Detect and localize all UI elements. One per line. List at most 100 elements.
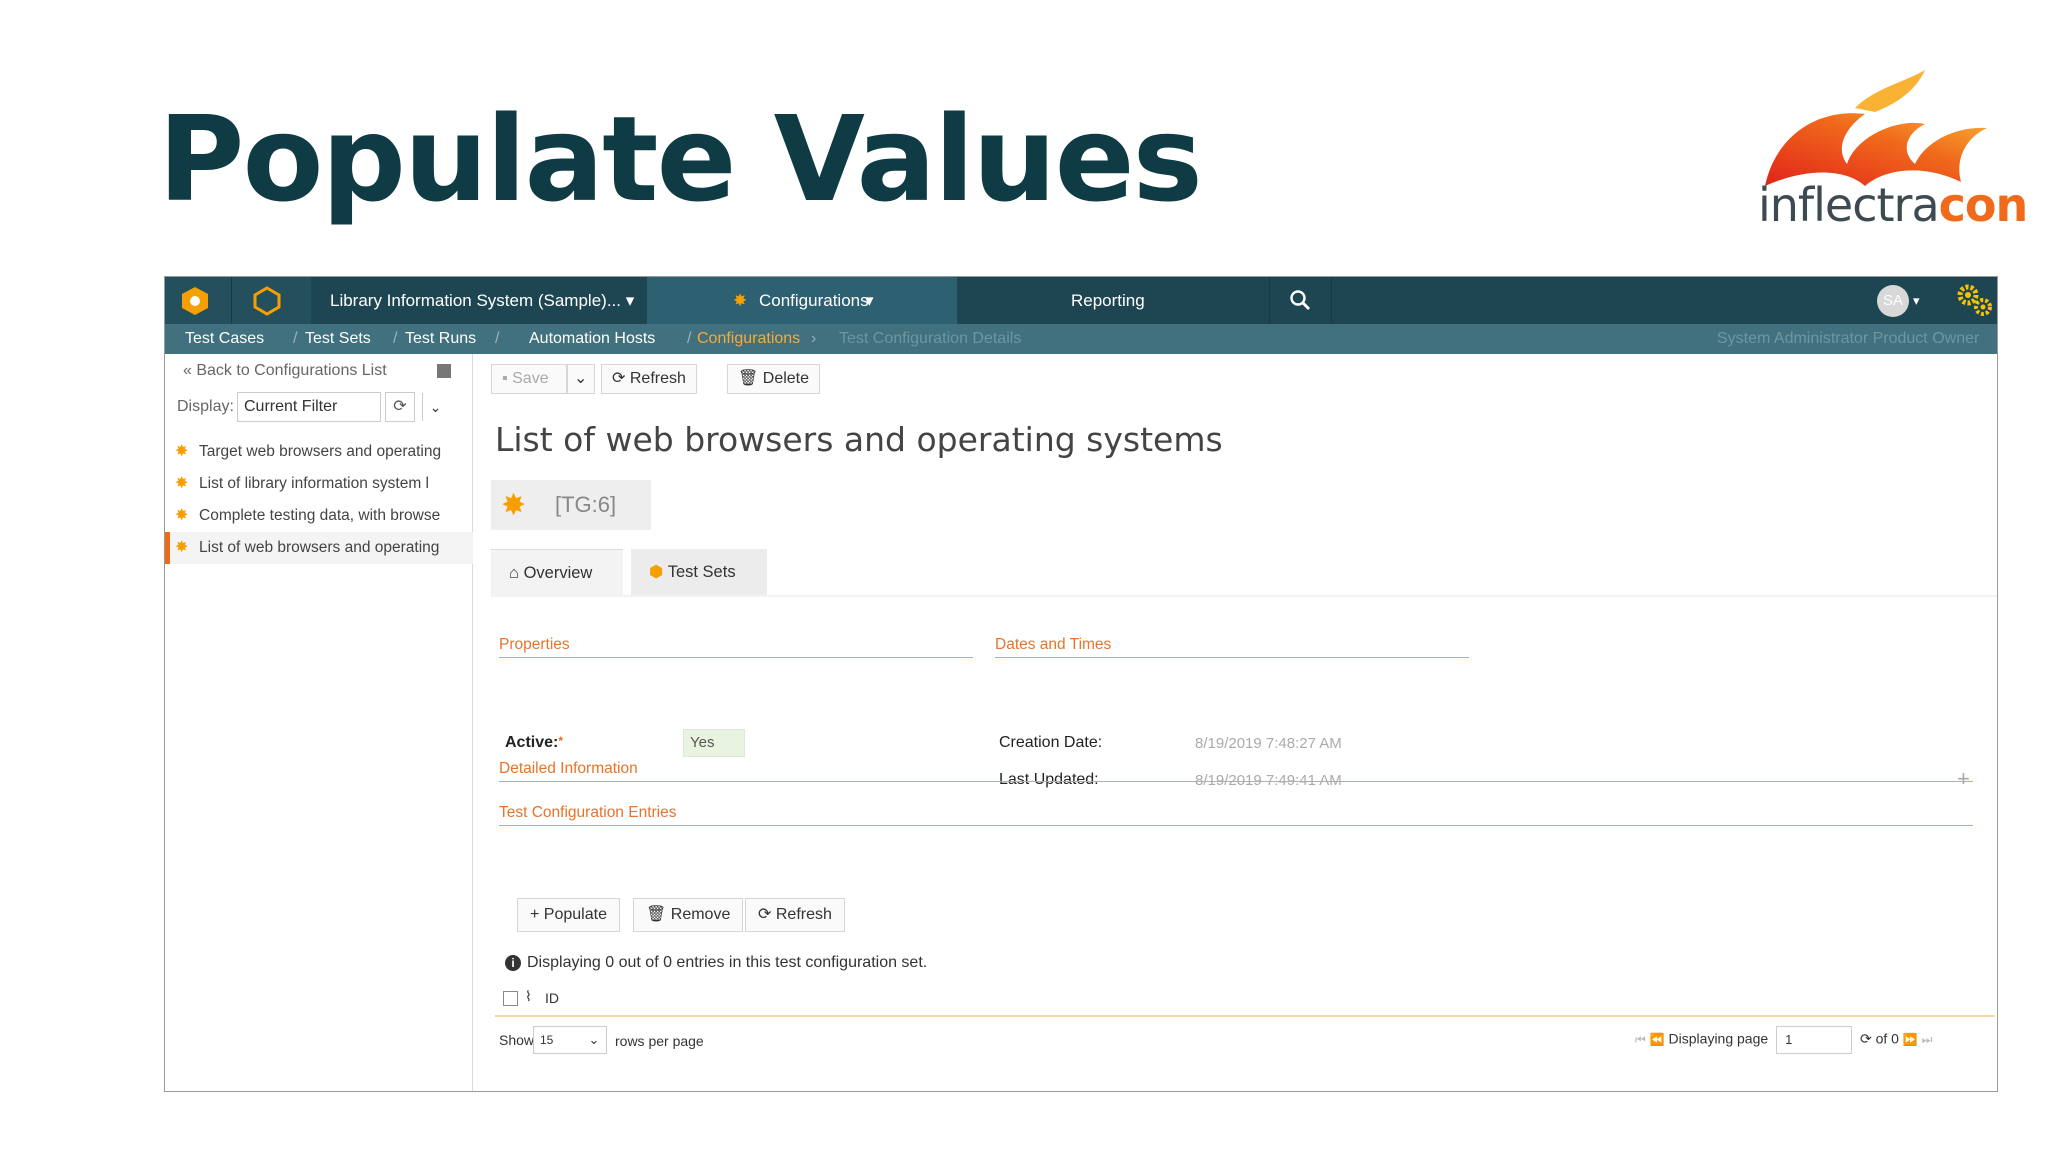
save-button[interactable]: ▪ Save: [491, 364, 567, 394]
subnav-test-sets[interactable]: Test Sets: [305, 324, 371, 354]
top-navigation: Library Information System (Sample)... ▾…: [165, 277, 1997, 324]
configurations-icon: ✸: [733, 291, 748, 310]
expand-plus-icon[interactable]: +: [1957, 766, 1970, 792]
subnav-automation-hosts[interactable]: Automation Hosts: [529, 324, 655, 354]
refresh-icon: ⟳: [393, 398, 407, 415]
entries-refresh-button[interactable]: ⟳ Refresh: [745, 898, 845, 932]
main-content: ▪ Save ⌄ ⟳ Refresh 🗑 Delete List of web …: [475, 354, 1997, 1091]
separator: /: [495, 330, 500, 347]
delete-button[interactable]: 🗑 Delete: [727, 364, 821, 394]
last-updated-label: Last Updated:: [999, 771, 1099, 788]
refresh-icon[interactable]: ⟳: [1860, 1031, 1872, 1047]
refresh-button[interactable]: ⟳ Refresh: [601, 364, 697, 394]
gears-icon[interactable]: [1955, 281, 1995, 321]
tab-strip: [491, 595, 1997, 597]
plus-icon: +: [530, 906, 540, 923]
subnav-configurations[interactable]: Configurations: [697, 324, 800, 354]
configuration-icon: ✸: [175, 443, 189, 460]
sub-navigation: Test Cases / Test Sets / Test Runs / Aut…: [165, 324, 1997, 354]
test-set-icon: ⬢: [649, 563, 664, 581]
first-page-icon[interactable]: ⏮: [1635, 1033, 1646, 1047]
divider: [995, 657, 1469, 658]
sidebar-refresh-button[interactable]: ⟳: [385, 392, 415, 422]
id-column-header[interactable]: ID: [545, 990, 559, 1006]
creation-date-label: Creation Date:: [999, 734, 1103, 751]
reporting-menu[interactable]: Reporting: [1071, 277, 1145, 324]
chevron-down-icon: ▾: [865, 291, 874, 310]
info-icon: i: [505, 955, 521, 971]
spirateam-logo-icon[interactable]: [179, 285, 211, 317]
populate-button[interactable]: + Populate: [517, 898, 620, 932]
required-asterisk: *: [558, 734, 564, 748]
back-to-list-link[interactable]: « Back to Configurations List: [183, 362, 387, 380]
trash-icon: 🗑: [738, 370, 759, 387]
list-item[interactable]: ✸ Complete testing data, with browse: [165, 500, 473, 532]
save-options-dropdown[interactable]: ⌄: [567, 364, 595, 394]
chevron-down-icon: ⌄: [422, 393, 448, 421]
record-title: List of web browsers and operating syste…: [495, 420, 1223, 459]
active-value[interactable]: Yes: [683, 729, 745, 757]
list-item-selected[interactable]: ✸ List of web browsers and operating: [165, 532, 473, 564]
user-menu-caret[interactable]: ▾: [1913, 277, 1920, 324]
separator: /: [393, 330, 398, 347]
subnav-test-runs[interactable]: Test Runs: [405, 324, 476, 354]
subnav-user-role: System Administrator Product Owner: [1717, 330, 1980, 347]
display-filter-select[interactable]: Current Filter ⌄: [237, 392, 441, 422]
previous-page-icon[interactable]: ⏪: [1650, 1033, 1665, 1047]
entries-section-title: Test Configuration Entries: [499, 804, 677, 821]
trash-icon: 🗑: [646, 906, 667, 923]
home-icon: ⌂: [509, 564, 519, 582]
user-avatar[interactable]: SA: [1877, 285, 1909, 317]
chevron-down-icon: ⌄: [588, 1032, 600, 1047]
project-selector[interactable]: Library Information System (Sample)... ▾: [330, 277, 634, 324]
chevron-right-icon: ›: [811, 330, 817, 347]
divider: [499, 825, 1973, 826]
remove-button[interactable]: 🗑 Remove: [633, 898, 744, 932]
floppy-disk-icon: ▪: [502, 370, 508, 387]
subnav-test-cases[interactable]: Test Cases: [185, 324, 264, 354]
last-page-icon[interactable]: ⏭: [1922, 1033, 1933, 1047]
tab-test-sets[interactable]: ⬢ Test Sets: [631, 549, 767, 595]
double-chevron-left-icon: «: [183, 362, 192, 379]
rows-per-page-label: rows per page: [615, 1033, 704, 1049]
collapse-sidebar-icon[interactable]: [437, 364, 451, 378]
list-item[interactable]: ✸ List of library information system l: [165, 468, 473, 500]
configuration-icon: ✸: [175, 475, 189, 492]
refresh-icon: ⟳: [612, 370, 626, 387]
display-label: Display:: [177, 398, 234, 415]
paperclip-icon: ⌇: [525, 988, 532, 1004]
pagination: ⏮ ⏪ Displaying page 1 ⟳ of 0 ⏩ ⏭: [1635, 1026, 1932, 1056]
record-id-badge: ✸ [TG:6]: [491, 480, 651, 530]
product-hexagon-icon[interactable]: [251, 285, 283, 317]
slide-title: Populate Values: [158, 90, 1203, 228]
configuration-icon: ✸: [175, 539, 189, 556]
rows-per-page-select[interactable]: 15 ⌄: [533, 1026, 607, 1054]
next-page-icon[interactable]: ⏩: [1903, 1033, 1918, 1047]
logo-wordmark: inflectracon: [1758, 178, 2028, 232]
page-number-input[interactable]: 1: [1776, 1026, 1853, 1054]
select-all-checkbox[interactable]: [503, 991, 518, 1006]
configurations-menu[interactable]: ✸ Configurations ▾: [647, 277, 957, 324]
separator: /: [293, 330, 298, 347]
grid-header-line: [495, 1015, 1995, 1017]
sidebar: « Back to Configurations List Display: C…: [165, 354, 473, 1091]
search-icon[interactable]: [1289, 289, 1311, 311]
detailed-information-title[interactable]: Detailed Information: [499, 760, 638, 778]
configurations-label: Configurations: [759, 291, 869, 310]
nav-logo-area: [165, 277, 311, 324]
page-count: of 0: [1875, 1030, 1899, 1047]
separator: /: [687, 330, 692, 347]
app-window: Library Information System (Sample)... ▾…: [164, 276, 1998, 1092]
configuration-list: ✸ Target web browsers and operating ✸ List…: [165, 436, 473, 564]
tab-overview[interactable]: ⌂ Overview: [491, 549, 623, 595]
subnav-current-page: Test Configuration Details: [839, 330, 1022, 347]
active-label: Active:*: [505, 734, 564, 751]
entries-info: i Displaying 0 out of 0 entries in this t…: [505, 954, 927, 972]
list-item[interactable]: ✸ Target web browsers and operating: [165, 436, 473, 468]
dates-section-title: Dates and Times: [995, 636, 1112, 653]
divider: [499, 657, 973, 658]
properties-section-title: Properties: [499, 636, 570, 653]
chevron-down-icon: ⌄: [574, 370, 588, 387]
configuration-icon: ✸: [175, 507, 189, 524]
show-label: Show: [499, 1032, 535, 1048]
